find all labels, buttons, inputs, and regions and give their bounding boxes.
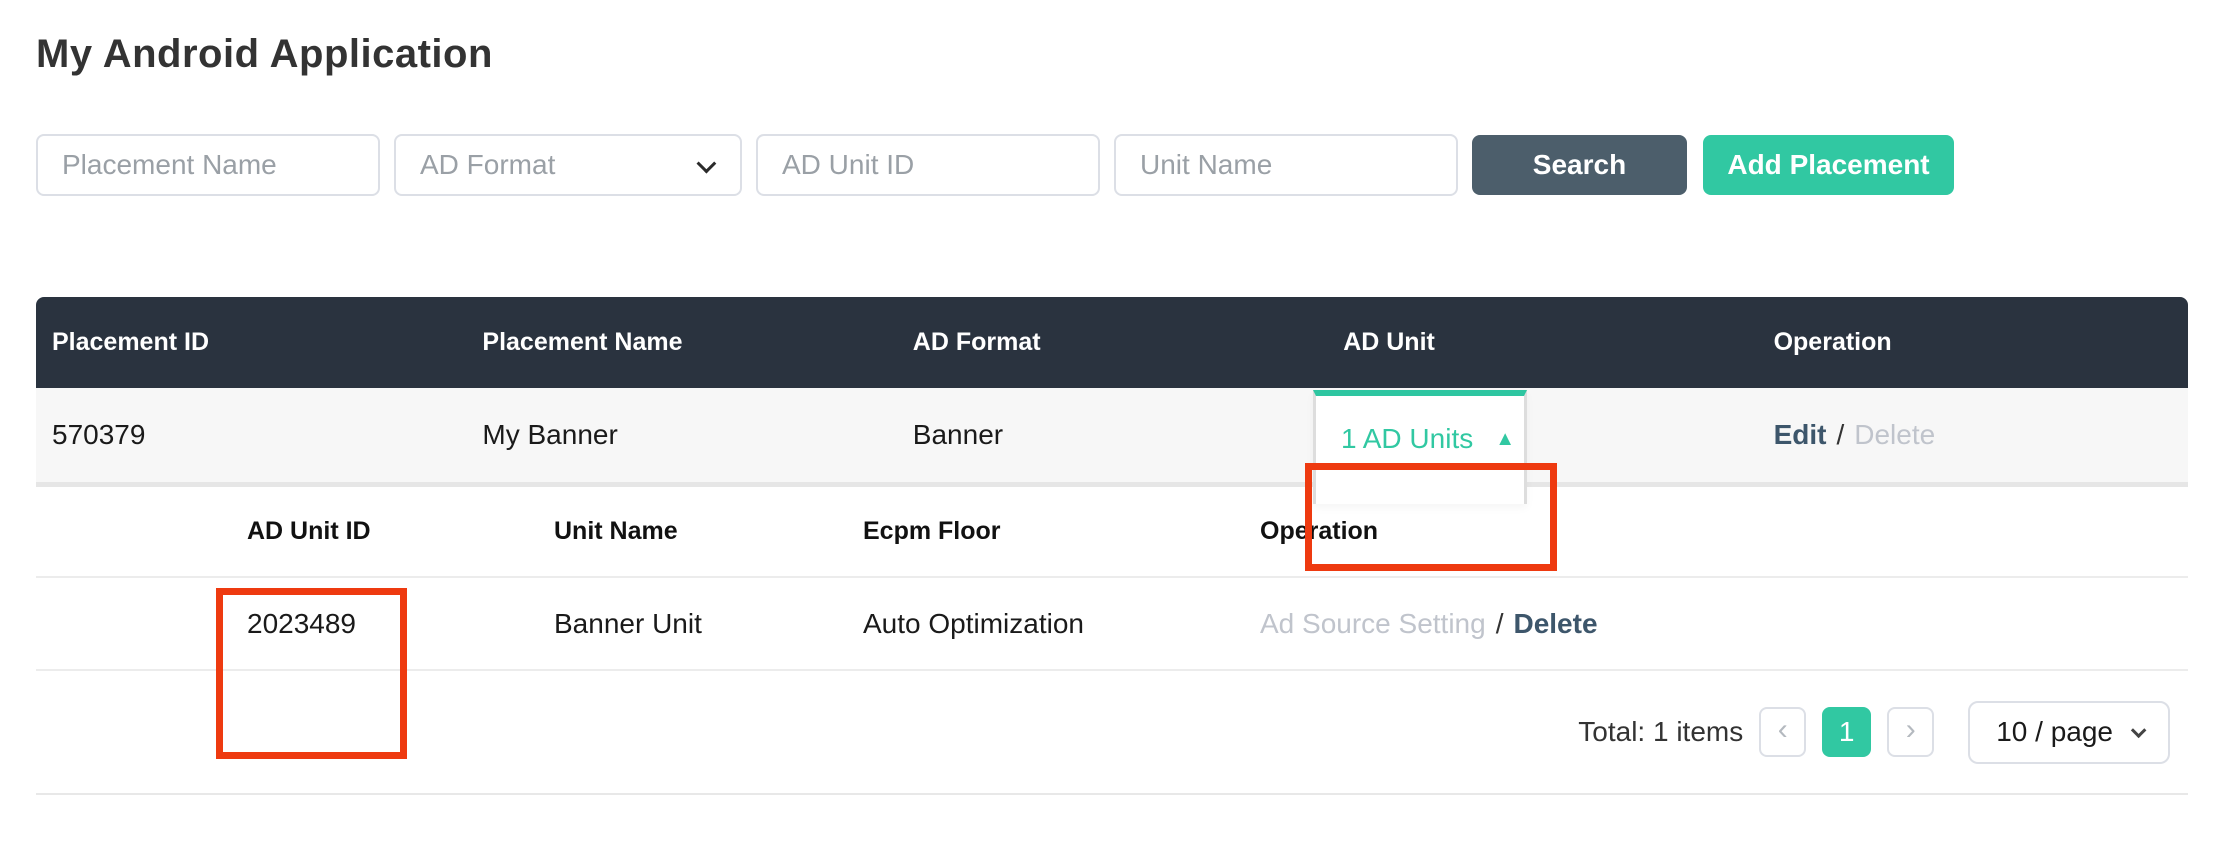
chevron-left-icon: ‹ bbox=[1777, 713, 1788, 746]
subcell-ecpm-floor: Auto Optimization bbox=[863, 607, 1084, 639]
unit-name-input[interactable] bbox=[1114, 134, 1458, 196]
prev-page-button[interactable]: ‹ bbox=[1759, 707, 1807, 757]
ad-units-toggle-label: 1 AD Units bbox=[1340, 423, 1474, 454]
next-page-button[interactable]: › bbox=[1887, 707, 1935, 757]
placement-name-input[interactable] bbox=[36, 134, 380, 196]
chevron-down-icon bbox=[2130, 722, 2147, 738]
cell-placement-id: 570379 bbox=[52, 419, 146, 450]
pagination-bar: Total: 1 items ‹ 1 › 10 / page bbox=[36, 671, 2188, 795]
header-placement-id: Placement ID bbox=[52, 328, 210, 356]
header-ad-unit: AD Unit bbox=[1343, 328, 1435, 356]
chevron-down-icon bbox=[696, 153, 717, 174]
subheader-ad-unit-id: AD Unit ID bbox=[247, 517, 371, 545]
subheader-operation: Operation bbox=[1260, 517, 1379, 545]
filter-bar: AD Format Search Add Placement bbox=[36, 134, 2188, 196]
ad-format-select-placeholder: AD Format bbox=[420, 149, 556, 180]
header-ad-format: AD Format bbox=[912, 328, 1041, 356]
cell-placement-name: My Banner bbox=[482, 419, 618, 450]
delete-link[interactable]: Delete bbox=[1854, 419, 1935, 450]
ad-source-setting-link[interactable]: Ad Source Setting bbox=[1260, 608, 1486, 639]
pagination-total: Total: 1 items bbox=[1578, 716, 1744, 747]
subtable-row: 2023489 Banner Unit Auto Optimization Ad… bbox=[36, 578, 2188, 671]
ad-format-select[interactable]: AD Format bbox=[394, 134, 742, 196]
subcell-operation: Ad Source Setting / Delete bbox=[1260, 608, 2188, 640]
header-operation: Operation bbox=[1773, 328, 1892, 356]
sub-delete-link[interactable]: Delete bbox=[1513, 608, 1597, 639]
subheader-unit-name: Unit Name bbox=[554, 517, 678, 545]
page-1-button[interactable]: 1 bbox=[1822, 707, 1872, 757]
subcell-unit-name: Banner Unit bbox=[554, 607, 702, 639]
add-placement-button[interactable]: Add Placement bbox=[1703, 135, 1954, 195]
placements-table: Placement ID Placement Name AD Format AD… bbox=[36, 297, 2188, 795]
subheader-ecpm-floor: Ecpm Floor bbox=[863, 517, 1001, 545]
table-header-row: Placement ID Placement Name AD Format AD… bbox=[36, 297, 2188, 388]
cell-ad-format: Banner bbox=[912, 419, 1004, 450]
ad-unit-id-input[interactable] bbox=[756, 134, 1100, 196]
ad-units-toggle[interactable]: 1 AD Units ▲ bbox=[1313, 390, 1527, 504]
subcell-ad-unit-id: 2023489 bbox=[247, 607, 357, 639]
page-size-label: 10 / page bbox=[1996, 716, 2113, 747]
search-button[interactable]: Search bbox=[1472, 135, 1687, 195]
table-row: 570379 My Banner Banner Edit / Delete 1 AD… bbox=[36, 388, 2188, 504]
triangle-up-icon: ▲ bbox=[1495, 427, 1516, 450]
operation-separator: / bbox=[1836, 419, 1845, 450]
header-placement-name: Placement Name bbox=[482, 328, 683, 356]
page-title: My Android Application bbox=[36, 32, 493, 76]
cell-operation: Edit / Delete bbox=[1758, 419, 2188, 451]
subtable-header-row: AD Unit ID Unit Name Ecpm Floor Operatio… bbox=[36, 487, 2188, 578]
page: My Android Application AD Format Search … bbox=[0, 30, 2224, 795]
chevron-right-icon: › bbox=[1905, 713, 1916, 746]
operation-separator: / bbox=[1495, 607, 1504, 639]
page-size-select[interactable]: 10 / page bbox=[1968, 700, 2170, 764]
edit-link[interactable]: Edit bbox=[1774, 419, 1827, 450]
